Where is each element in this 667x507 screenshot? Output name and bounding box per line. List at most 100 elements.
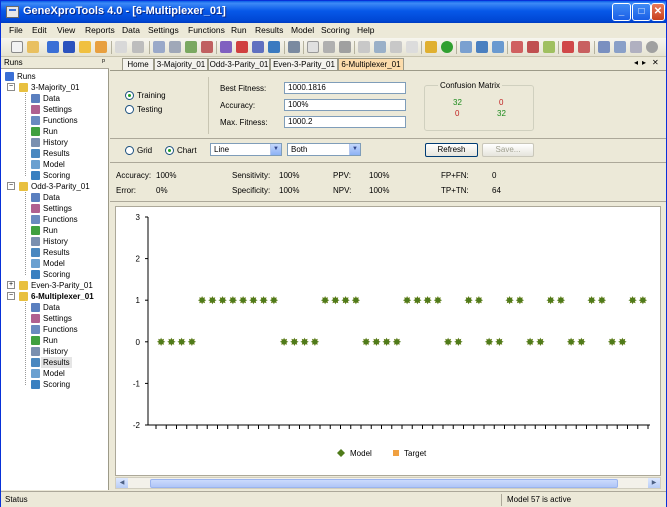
- minimize-button[interactable]: _: [612, 3, 631, 21]
- menu-settings[interactable]: Settings: [148, 25, 179, 35]
- scroll-left-icon[interactable]: ◀: [116, 478, 128, 488]
- save-icon[interactable]: [47, 41, 59, 53]
- grid-icon[interactable]: [358, 41, 370, 53]
- add-icon[interactable]: [441, 41, 453, 53]
- wand-icon[interactable]: [425, 41, 437, 53]
- view-icon[interactable]: [460, 41, 472, 53]
- page-icon[interactable]: [406, 41, 418, 53]
- model-point: [167, 337, 176, 346]
- refresh-button[interactable]: Refresh: [425, 143, 478, 157]
- close-button[interactable]: ✕: [651, 3, 665, 21]
- chevron-down-icon[interactable]: ▼: [270, 144, 281, 155]
- scroll-thumb[interactable]: [150, 479, 618, 488]
- window3-icon[interactable]: [630, 41, 642, 53]
- model-point: [454, 337, 463, 346]
- help-icon[interactable]: [646, 41, 658, 53]
- model-icon[interactable]: [268, 41, 280, 53]
- menu-reports[interactable]: Reports: [85, 25, 115, 35]
- plot-icon[interactable]: [374, 41, 386, 53]
- list-icon[interactable]: [390, 41, 402, 53]
- chart-type-select[interactable]: Line ▼: [210, 143, 282, 156]
- tree-1-data-label: Data: [43, 193, 60, 202]
- tree-1-run-label: Run: [43, 226, 58, 235]
- menu-results[interactable]: Results: [255, 25, 283, 35]
- menu-file[interactable]: File: [9, 25, 23, 35]
- model-point: [372, 337, 381, 346]
- menu-edit[interactable]: Edit: [32, 25, 47, 35]
- tree-run-2-label: Even-3-Parity_01: [31, 281, 93, 290]
- window2-icon[interactable]: [614, 41, 626, 53]
- network-icon[interactable]: [476, 41, 488, 53]
- chevron-down-icon[interactable]: ▼: [349, 144, 360, 155]
- folder-icon[interactable]: [79, 41, 91, 53]
- menu-data[interactable]: Data: [122, 25, 140, 35]
- menu-view[interactable]: View: [57, 25, 75, 35]
- series-filter-select[interactable]: Both ▼: [287, 143, 361, 156]
- chart-scrollbar[interactable]: ◀ ▶: [115, 477, 661, 489]
- tools-icon[interactable]: [339, 41, 351, 53]
- expand-icon[interactable]: +: [7, 281, 15, 289]
- score2-icon[interactable]: [527, 41, 539, 53]
- layout-icon[interactable]: [492, 41, 504, 53]
- export2-icon[interactable]: [578, 41, 590, 53]
- menu-scoring[interactable]: Scoring: [321, 25, 350, 35]
- tree-icon[interactable]: [288, 41, 300, 53]
- menu-run[interactable]: Run: [231, 25, 247, 35]
- menu-bar: File Edit View Reports Data Settings Fun…: [1, 23, 666, 38]
- testing-radio[interactable]: [125, 105, 134, 114]
- save-all-icon[interactable]: [63, 41, 75, 53]
- tab-prev-icon[interactable]: ◂: [634, 58, 638, 67]
- report-icon[interactable]: [307, 41, 319, 53]
- menu-help[interactable]: Help: [357, 25, 374, 35]
- data-icon[interactable]: [153, 41, 165, 53]
- tab-odd-3-parity[interactable]: Odd-3-Parity_01: [208, 58, 270, 70]
- chart-icon[interactable]: [323, 41, 335, 53]
- history-icon[interactable]: [236, 41, 248, 53]
- run-icon[interactable]: [220, 41, 232, 53]
- tab-close-icon[interactable]: ✕: [652, 58, 659, 67]
- tab-3-majority[interactable]: 3-Majority_01: [154, 58, 208, 70]
- collapse-icon[interactable]: −: [7, 182, 15, 190]
- tab-home[interactable]: Home: [122, 58, 154, 70]
- model-point: [156, 337, 166, 346]
- chart-radio[interactable]: [165, 146, 174, 155]
- model-point: [351, 296, 361, 305]
- scroll-right-icon[interactable]: ▶: [648, 478, 660, 488]
- score-icon[interactable]: [511, 41, 523, 53]
- model-point: [290, 337, 299, 346]
- grid-radio[interactable]: [125, 146, 134, 155]
- copy-icon[interactable]: [115, 41, 127, 53]
- save-button[interactable]: Save...: [482, 143, 534, 157]
- tab-next-icon[interactable]: ▸: [642, 58, 646, 67]
- model-point: [238, 296, 248, 305]
- tree-0-history-label: History: [43, 138, 68, 147]
- pin-icon[interactable]: ᵖ: [102, 57, 105, 66]
- new-icon[interactable]: [11, 41, 23, 53]
- tree-3-settings-icon: [31, 314, 40, 323]
- training-radio[interactable]: [125, 91, 134, 100]
- export-icon[interactable]: [562, 41, 574, 53]
- tree-1-model-icon: [31, 259, 40, 268]
- maximize-button[interactable]: □: [632, 3, 651, 21]
- title-bar[interactable]: GeneXproTools 4.0 - [6-Multiplexer_01] _…: [1, 1, 666, 23]
- menu-model[interactable]: Model: [291, 25, 314, 35]
- tab-6-multiplexer[interactable]: 6-Multiplexer_01: [338, 58, 404, 70]
- score3-icon[interactable]: [543, 41, 555, 53]
- window-icon[interactable]: [598, 41, 610, 53]
- settings-icon[interactable]: [185, 41, 197, 53]
- paste-icon[interactable]: [132, 41, 144, 53]
- results-icon[interactable]: [252, 41, 264, 53]
- tree-0-settings-label: Settings: [43, 105, 72, 114]
- tree-1-history-icon: [31, 237, 40, 246]
- open-icon[interactable]: [27, 41, 39, 53]
- collapse-icon[interactable]: −: [7, 83, 15, 91]
- table-icon[interactable]: [169, 41, 181, 53]
- functions-icon[interactable]: [201, 41, 213, 53]
- model-point: [382, 337, 391, 346]
- tab-even-3-parity[interactable]: Even-3-Parity_01: [270, 58, 338, 70]
- tree-3-history-label: History: [43, 347, 68, 356]
- folder-up-icon[interactable]: [95, 41, 107, 53]
- collapse-icon[interactable]: −: [7, 292, 15, 300]
- model-point: [218, 296, 227, 305]
- menu-functions[interactable]: Functions: [188, 25, 225, 35]
